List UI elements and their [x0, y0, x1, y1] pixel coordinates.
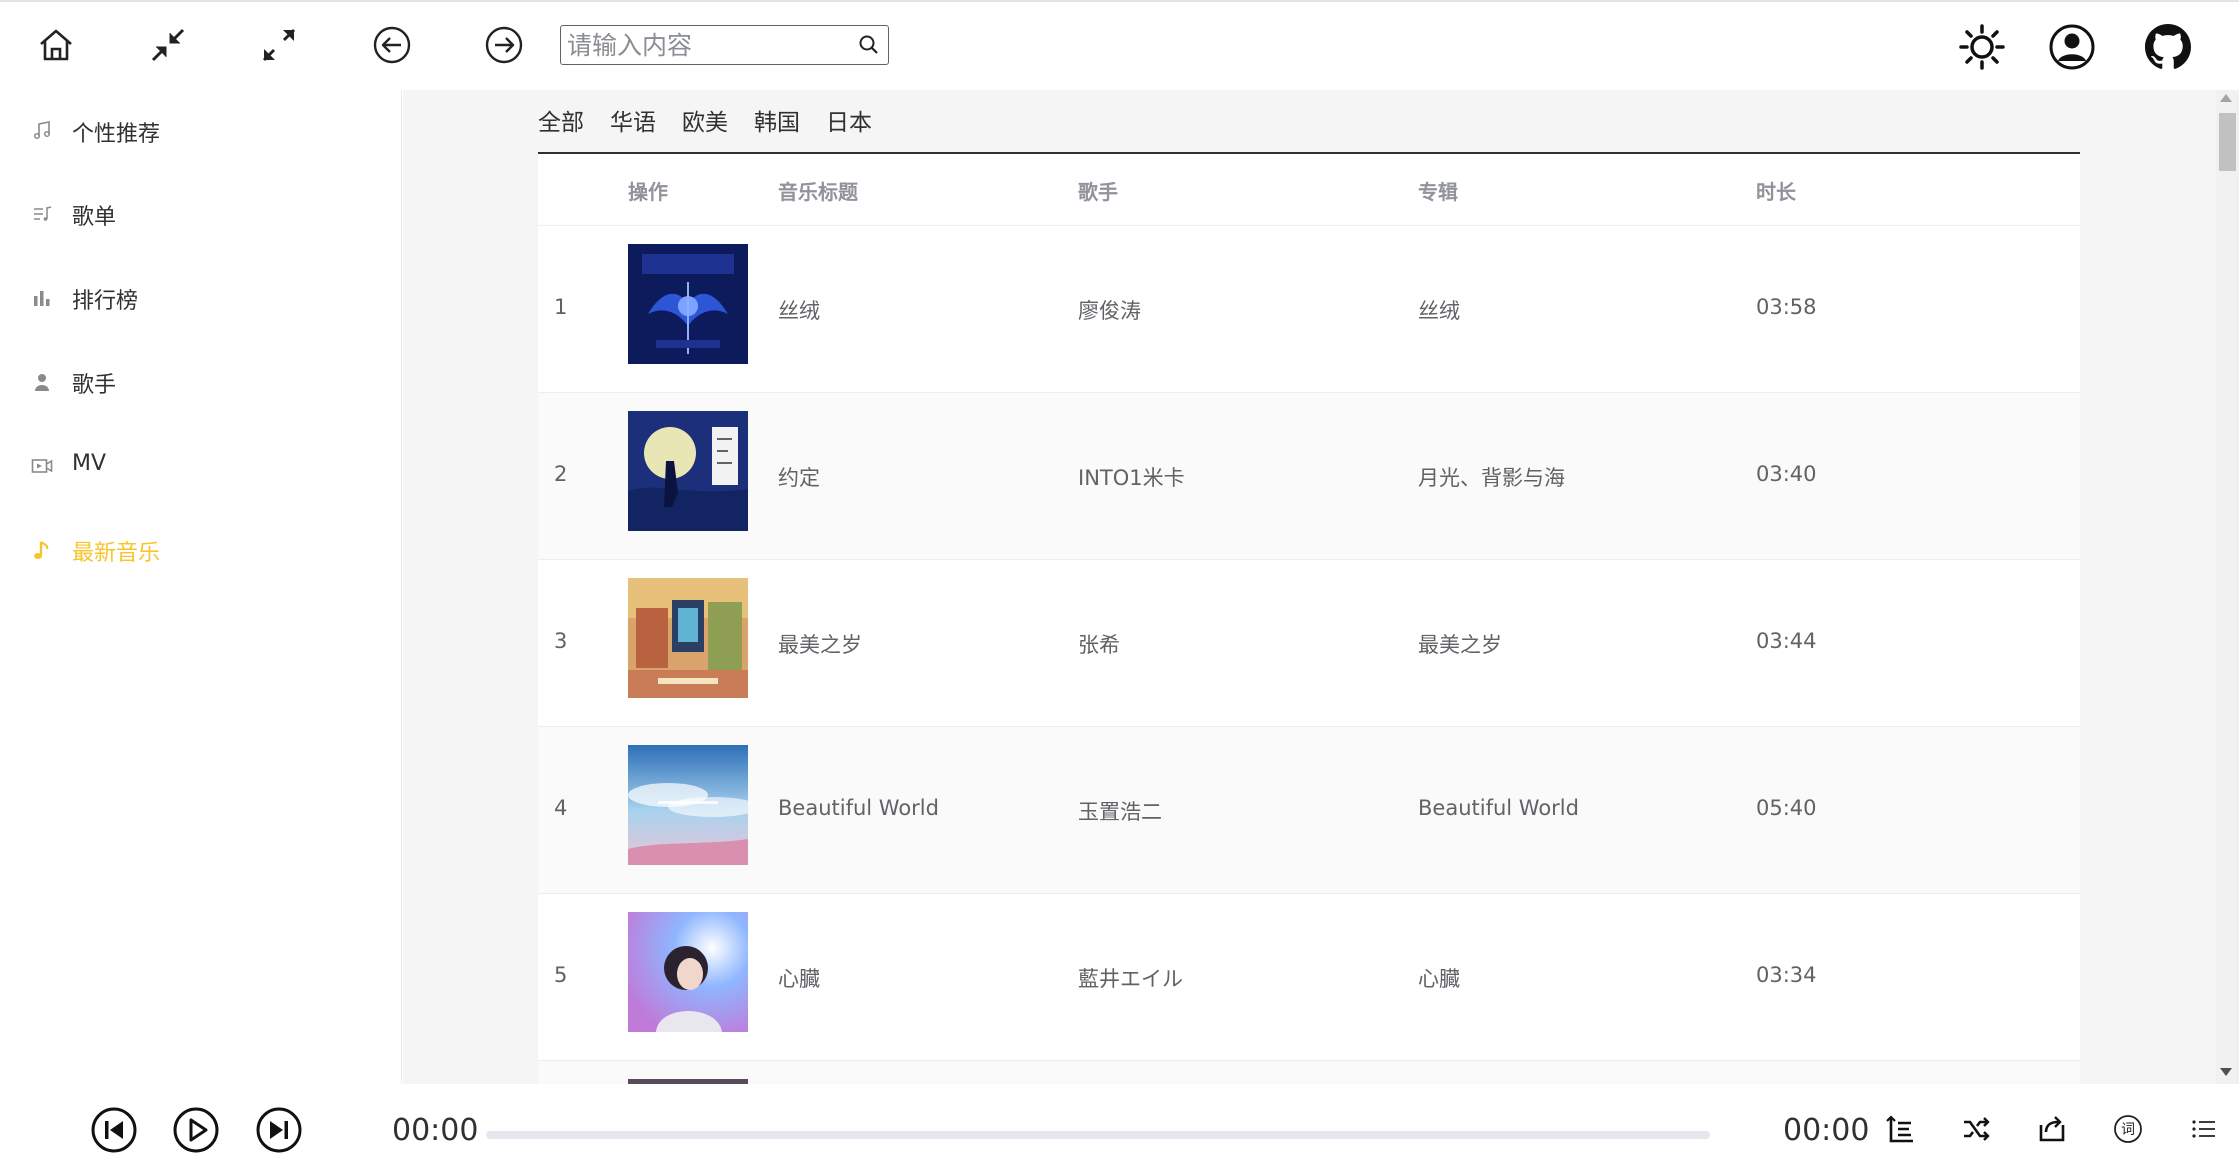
- tab-korean[interactable]: 韩国: [754, 106, 800, 146]
- main-content: 全部 华语 欧美 韩国 日本 操作 音乐标题 歌手 专辑 时长 1 丝绒 廖俊涛…: [403, 90, 2239, 1084]
- expand-icon[interactable]: [252, 18, 306, 72]
- song-artist[interactable]: 藍井エイル: [1078, 963, 1183, 993]
- shrink-icon[interactable]: [141, 18, 195, 72]
- row-index: 4: [554, 796, 568, 820]
- sidebar-item-label: 歌手: [72, 373, 117, 398]
- song-duration: 03:40: [1756, 462, 1817, 486]
- total-time: 00:00: [1783, 1113, 1870, 1148]
- play-button[interactable]: [171, 1105, 221, 1155]
- album-cover[interactable]: [628, 745, 748, 865]
- song-artist[interactable]: INTO1米卡: [1078, 462, 1185, 492]
- playlist-queue-icon[interactable]: [2184, 1109, 2224, 1149]
- home-icon[interactable]: [29, 18, 83, 72]
- header-toolbar: [0, 2, 2239, 90]
- song-title[interactable]: Beautiful World: [778, 796, 939, 820]
- tab-chinese[interactable]: 华语: [610, 106, 656, 146]
- github-icon[interactable]: [2141, 20, 2195, 74]
- sidebar-item-label: 最新音乐: [72, 541, 161, 566]
- sidebar-item-new-music[interactable]: 最新音乐: [0, 522, 402, 578]
- table-row[interactable]: 5 心臓 藍井エイル 心臓 03:34: [538, 894, 2080, 1061]
- song-title[interactable]: 心臓: [778, 963, 820, 993]
- album-cover[interactable]: [628, 912, 748, 1032]
- table-row[interactable]: 4 Beautiful World 玉置浩二 Beautiful World 0…: [538, 727, 2080, 894]
- search-box[interactable]: [560, 25, 889, 65]
- svg-text:词: 词: [2121, 1122, 2135, 1138]
- album-cover[interactable]: [628, 244, 748, 364]
- column-album: 专辑: [1418, 180, 1458, 204]
- column-duration: 时长: [1756, 180, 1796, 204]
- scroll-up-arrow[interactable]: [2220, 94, 2232, 102]
- playlist-icon: [30, 202, 54, 226]
- user-icon[interactable]: [2045, 20, 2099, 74]
- row-index: 2: [554, 462, 568, 486]
- search-icon[interactable]: [858, 34, 880, 60]
- category-tabs: 全部 华语 欧美 韩国 日本: [538, 106, 898, 146]
- song-duration: 05:40: [1756, 796, 1817, 820]
- table-row[interactable]: 3 最美之岁 张希 最美之岁 03:44: [538, 560, 2080, 727]
- table-row[interactable]: 1 丝绒 廖俊涛 丝绒 03:58: [538, 226, 2080, 393]
- song-artist[interactable]: 廖俊涛: [1078, 295, 1141, 325]
- player-bar: 00:00 00:00 词: [0, 1084, 2239, 1174]
- next-button[interactable]: [254, 1105, 304, 1155]
- singer-icon: [30, 370, 54, 394]
- song-duration: 03:58: [1756, 295, 1817, 319]
- tab-all[interactable]: 全部: [538, 106, 584, 146]
- song-album[interactable]: 最美之岁: [1418, 629, 1502, 659]
- song-artist[interactable]: 玉置浩二: [1078, 796, 1162, 826]
- song-album[interactable]: 心臓: [1418, 963, 1460, 993]
- tab-japanese[interactable]: 日本: [826, 106, 872, 146]
- song-duration: 03:44: [1756, 629, 1817, 653]
- progress-bar[interactable]: [486, 1131, 1710, 1139]
- back-icon[interactable]: [365, 18, 419, 72]
- current-time: 00:00: [392, 1113, 479, 1148]
- volume-list-icon[interactable]: [1880, 1109, 1920, 1149]
- sidebar-item-label: 个性推荐: [72, 122, 161, 147]
- song-album[interactable]: 丝绒: [1418, 295, 1460, 325]
- video-icon: [30, 454, 54, 478]
- shuffle-icon[interactable]: [1956, 1109, 1996, 1149]
- sidebar-item-label: MV: [72, 451, 107, 476]
- theme-sun-icon[interactable]: [1955, 20, 2009, 74]
- row-index: 5: [554, 963, 568, 987]
- album-cover[interactable]: [628, 578, 748, 698]
- song-table: 操作 音乐标题 歌手 专辑 时长 1 丝绒 廖俊涛 丝绒 03:58 2 约定 …: [538, 154, 2080, 1084]
- sidebar-item-label: 排行榜: [72, 289, 139, 314]
- bar-chart-icon: [30, 286, 54, 310]
- sidebar-item-recommend[interactable]: 个性推荐: [0, 103, 402, 159]
- song-title[interactable]: 约定: [778, 462, 820, 492]
- album-cover[interactable]: [628, 411, 748, 531]
- column-title: 音乐标题: [778, 180, 858, 204]
- row-index: 3: [554, 629, 568, 653]
- row-index: 1: [554, 295, 568, 319]
- music-note-icon: [30, 119, 54, 143]
- song-duration: 03:34: [1756, 963, 1817, 987]
- lyrics-icon[interactable]: 词: [2108, 1109, 2148, 1149]
- song-title[interactable]: 最美之岁: [778, 629, 862, 659]
- song-album[interactable]: 月光、背影与海: [1418, 462, 1565, 492]
- sidebar-item-label: 歌单: [72, 205, 117, 230]
- forward-icon[interactable]: [477, 18, 531, 72]
- previous-button[interactable]: [89, 1105, 139, 1155]
- scrollbar[interactable]: [2216, 90, 2239, 1084]
- tab-western[interactable]: 欧美: [682, 106, 728, 146]
- sidebar-item-playlist[interactable]: 歌单: [0, 186, 402, 242]
- table-header: 操作 音乐标题 歌手 专辑 时长: [538, 154, 2080, 226]
- note-icon: [30, 538, 54, 562]
- sidebar-item-charts[interactable]: 排行榜: [0, 270, 402, 326]
- sidebar-item-mv[interactable]: MV: [0, 438, 402, 494]
- sidebar: 个性推荐 歌单 排行榜 歌手 MV 最新音乐: [0, 90, 402, 1090]
- sidebar-item-singers[interactable]: 歌手: [0, 354, 402, 410]
- scrollbar-thumb[interactable]: [2219, 113, 2236, 171]
- song-album[interactable]: Beautiful World: [1418, 796, 1579, 820]
- table-row[interactable]: 2 约定 INTO1米卡 月光、背影与海 03:40: [538, 393, 2080, 560]
- column-artist: 歌手: [1078, 180, 1118, 204]
- song-artist[interactable]: 张希: [1078, 629, 1120, 659]
- search-input[interactable]: [567, 28, 847, 62]
- share-icon[interactable]: [2032, 1109, 2072, 1149]
- scroll-down-arrow[interactable]: [2220, 1068, 2232, 1076]
- column-actions: 操作: [628, 180, 668, 204]
- table-row[interactable]: [538, 1061, 2080, 1084]
- song-title[interactable]: 丝绒: [778, 295, 820, 325]
